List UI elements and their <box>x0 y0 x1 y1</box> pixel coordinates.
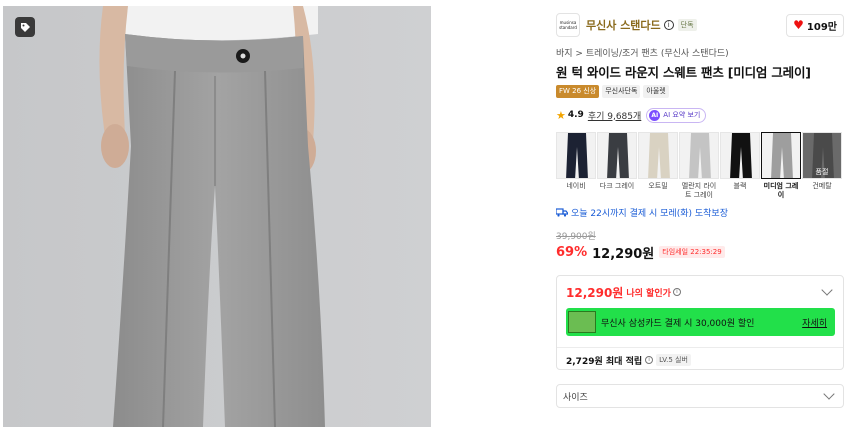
badge-exclusive: 무신사단독 <box>602 85 641 98</box>
swatch-medium-gray[interactable]: 미디엄 그레이 <box>761 132 801 204</box>
like-count: 109만 <box>806 21 837 33</box>
product-photo <box>3 6 431 427</box>
brand-row: musinsa standard 무신사 스탠다드 i 단독 ♥ 109만 <box>556 10 844 40</box>
swatch-image <box>556 132 596 179</box>
product-info-panel: musinsa standard 무신사 스탠다드 i 단독 ♥ 109만 바지… <box>556 10 844 408</box>
product-title: 원 턱 와이드 라운지 스웨트 팬츠 [미디엄 그레이] <box>556 65 811 80</box>
price-row: 69% 12,290원 타임세일 22:35:29 <box>556 243 844 262</box>
product-badges: FW 26 신상 무신사단독 아울렛 <box>556 85 844 98</box>
swatch-label: 오트밀 <box>648 182 668 190</box>
card-promo-text: 무신사 삼성카드 결제 시 30,000원 할인 <box>601 318 755 329</box>
chevron-down-icon[interactable] <box>821 284 833 296</box>
swatch-label: 미디엄 그레이 <box>763 182 799 199</box>
swatch-image <box>761 132 801 179</box>
swatch-label: 블랙 <box>733 182 747 190</box>
timesale-badge: 타임세일 22:35:29 <box>659 246 725 258</box>
swatch-oatmeal[interactable]: 오트밀 <box>638 132 678 204</box>
ai-icon: AI <box>649 109 661 121</box>
brand-name[interactable]: 무신사 스탠다드 <box>586 17 661 33</box>
rating-score: 4.9 <box>567 110 584 120</box>
badge-new-season: FW 26 신상 <box>556 85 600 98</box>
product-main-image <box>3 6 431 427</box>
chevron-down-icon <box>823 388 835 400</box>
swatch-melange-light-gray[interactable]: 멜란지 라이트 그레이 <box>679 132 719 204</box>
badge-outlet: 아울렛 <box>643 85 669 98</box>
sold-out-label: 품절 <box>815 168 829 176</box>
member-level-badge: LV.5 실버 <box>656 354 691 366</box>
swatch-image <box>638 132 678 179</box>
swatch-image: 품절 <box>802 132 842 179</box>
delivery-text: 오늘 22시까지 결제 시 모레(화) 도착보장 <box>571 208 728 219</box>
swatch-label: 다크 그레이 <box>599 182 635 190</box>
original-price: 39,900원 <box>556 232 596 242</box>
swatch-label: 네이비 <box>566 182 586 190</box>
heart-icon: ♥ <box>793 18 804 32</box>
color-swatches: 네이비 다크 그레이 오트밀 멜란지 라이트 그레이 블랙 미디엄 그레이 품절… <box>556 132 844 204</box>
swatch-label: 건메탈 <box>812 182 832 190</box>
size-select[interactable]: 사이즈 <box>556 384 844 408</box>
exclusive-badge: 단독 <box>677 19 697 31</box>
my-price-label: 나의 할인가 <box>626 288 671 299</box>
swatch-black[interactable]: 블랙 <box>720 132 760 204</box>
discount-rate: 69% <box>556 244 588 260</box>
delivery-info[interactable]: 오늘 22시까지 결제 시 모레(화) 도착보장 <box>556 205 844 219</box>
discount-box: 12,290원 나의 할인가 i 무신사 삼성카드 결제 시 30,000원 할… <box>556 275 844 370</box>
swatch-image <box>597 132 637 179</box>
ai-summary-label: AI 요약 보기 <box>663 111 701 119</box>
swatch-gunmetal[interactable]: 품절 건메탈 <box>802 132 842 204</box>
points-row: 2,729원 최대 적립 i LV.5 실버 <box>566 348 835 372</box>
my-price: 12,290원 <box>566 285 624 300</box>
breadcrumb[interactable]: 바지 > 트레이닝/조거 팬츠 (무신사 스탠다드) <box>556 46 844 59</box>
brand-logo[interactable]: musinsa standard <box>556 13 580 37</box>
star-icon: ★ <box>556 108 566 122</box>
swatch-image <box>720 132 760 179</box>
swatch-navy[interactable]: 네이비 <box>556 132 596 204</box>
swatch-image <box>679 132 719 179</box>
card-image <box>568 311 596 333</box>
swatch-label: 멜란지 라이트 그레이 <box>681 182 717 199</box>
sale-price: 12,290원 <box>592 246 655 262</box>
points-text: 2,729원 최대 적립 <box>566 356 643 367</box>
rating-row: ★ 4.9 후기 9,685개 AI AI 요약 보기 <box>556 107 844 123</box>
info-icon[interactable]: i <box>645 356 654 364</box>
card-promo-detail-link[interactable]: 자세히 <box>802 316 827 329</box>
card-promo-banner[interactable]: 무신사 삼성카드 결제 시 30,000원 할인 자세히 <box>566 308 835 336</box>
info-icon[interactable]: i <box>663 20 674 30</box>
tag-icon[interactable] <box>15 17 35 37</box>
review-count-link[interactable]: 후기 9,685개 <box>588 109 641 122</box>
my-price-row[interactable]: 12,290원 나의 할인가 i <box>566 284 835 300</box>
ai-summary-button[interactable]: AI AI 요약 보기 <box>646 107 707 123</box>
truck-icon <box>556 207 568 217</box>
size-select-placeholder: 사이즈 <box>563 392 588 403</box>
like-button[interactable]: ♥ 109만 <box>786 13 844 37</box>
info-icon[interactable]: i <box>672 288 681 296</box>
swatch-dark-gray[interactable]: 다크 그레이 <box>597 132 637 204</box>
